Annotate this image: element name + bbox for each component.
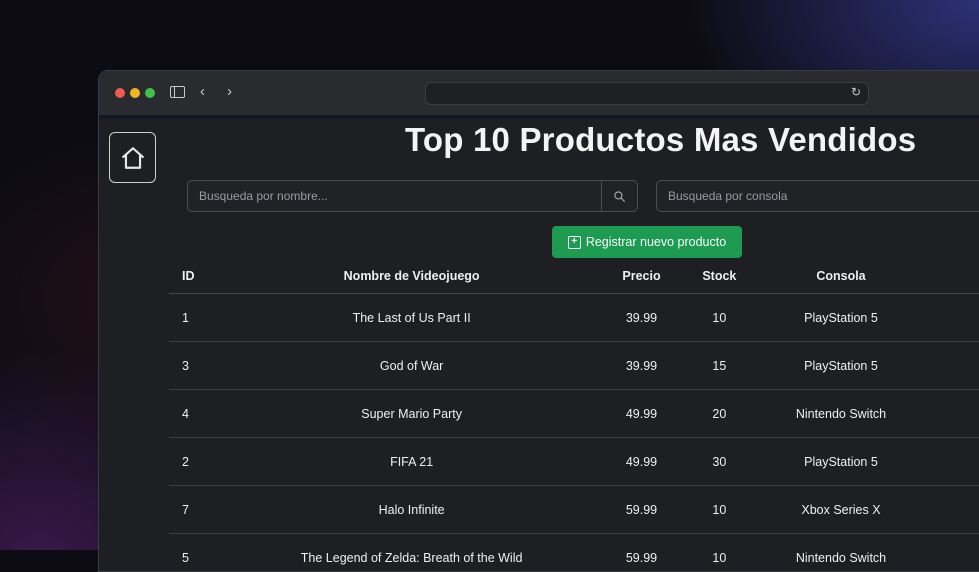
home-icon bbox=[120, 145, 146, 171]
chevron-left-icon[interactable]: ‹ bbox=[200, 83, 205, 100]
column-header-actions bbox=[925, 259, 979, 294]
search-icon bbox=[613, 190, 626, 203]
cell-price: 39.99 bbox=[601, 342, 681, 390]
table-row: 3 God of War 39.99 15 PlayStation 5 bbox=[169, 342, 979, 390]
cell-stock: 15 bbox=[682, 342, 757, 390]
cell-actions bbox=[925, 294, 979, 342]
cell-actions bbox=[925, 390, 979, 438]
cell-console: Nintendo Switch bbox=[757, 390, 925, 438]
cell-name: The Last of Us Part II bbox=[222, 294, 601, 342]
page-title: Top 10 Productos Mas Vendidos bbox=[405, 121, 916, 159]
cell-stock: 10 bbox=[682, 294, 757, 342]
reload-icon[interactable]: ↻ bbox=[851, 85, 861, 99]
browser-titlebar: ‹ › ↻ bbox=[99, 71, 979, 119]
cell-name: The Legend of Zelda: Breath of the Wild bbox=[222, 534, 601, 572]
column-header-price[interactable]: Precio bbox=[601, 259, 681, 294]
table-header-row: ID Nombre de Videojuego Precio Stock Con… bbox=[169, 259, 979, 294]
column-header-id[interactable]: ID bbox=[169, 259, 222, 294]
products-table: ID Nombre de Videojuego Precio Stock Con… bbox=[169, 259, 979, 572]
cell-price: 49.99 bbox=[601, 390, 681, 438]
cell-id: 3 bbox=[169, 342, 222, 390]
name-search-group bbox=[187, 180, 638, 212]
maximize-window-button[interactable] bbox=[145, 88, 155, 98]
cell-price: 49.99 bbox=[601, 438, 681, 486]
column-header-console[interactable]: Consola bbox=[757, 259, 925, 294]
minimize-window-button[interactable] bbox=[130, 88, 140, 98]
cell-name: Halo Infinite bbox=[222, 486, 601, 534]
cell-name: God of War bbox=[222, 342, 601, 390]
cell-console: PlayStation 5 bbox=[757, 342, 925, 390]
cell-stock: 30 bbox=[682, 438, 757, 486]
cell-id: 4 bbox=[169, 390, 222, 438]
console-search-input[interactable] bbox=[656, 180, 979, 212]
address-bar[interactable]: ↻ bbox=[425, 82, 869, 105]
sidebar-toggle-icon[interactable] bbox=[170, 86, 185, 98]
cell-name: FIFA 21 bbox=[222, 438, 601, 486]
cell-actions bbox=[925, 534, 979, 572]
cell-id: 5 bbox=[169, 534, 222, 572]
table-row: 1 The Last of Us Part II 39.99 10 PlaySt… bbox=[169, 294, 979, 342]
register-product-label: Registrar nuevo producto bbox=[586, 235, 726, 249]
table-row: 7 Halo Infinite 59.99 10 Xbox Series X bbox=[169, 486, 979, 534]
table-row: 2 FIFA 21 49.99 30 PlayStation 5 bbox=[169, 438, 979, 486]
cell-id: 7 bbox=[169, 486, 222, 534]
column-header-name[interactable]: Nombre de Videojuego bbox=[222, 259, 601, 294]
cell-stock: 10 bbox=[682, 486, 757, 534]
search-button[interactable] bbox=[601, 181, 637, 211]
page-content: Top 10 Productos Mas Vendidos + Registra… bbox=[99, 119, 979, 571]
cell-console: PlayStation 5 bbox=[757, 294, 925, 342]
browser-window: ‹ › ↻ Top 10 Productos Mas Vendidos + R bbox=[98, 70, 979, 572]
chevron-right-icon[interactable]: › bbox=[227, 83, 232, 100]
cell-console: PlayStation 5 bbox=[757, 438, 925, 486]
cell-stock: 20 bbox=[682, 390, 757, 438]
cell-actions bbox=[925, 342, 979, 390]
register-product-button[interactable]: + Registrar nuevo producto bbox=[552, 226, 742, 258]
cell-id: 2 bbox=[169, 438, 222, 486]
cell-id: 1 bbox=[169, 294, 222, 342]
name-search-input[interactable] bbox=[188, 181, 601, 211]
cell-name: Super Mario Party bbox=[222, 390, 601, 438]
cell-console: Xbox Series X bbox=[757, 486, 925, 534]
cell-actions bbox=[925, 486, 979, 534]
close-window-button[interactable] bbox=[115, 88, 125, 98]
column-header-stock[interactable]: Stock bbox=[682, 259, 757, 294]
cell-price: 39.99 bbox=[601, 294, 681, 342]
table-row: 5 The Legend of Zelda: Breath of the Wil… bbox=[169, 534, 979, 572]
table-row: 4 Super Mario Party 49.99 20 Nintendo Sw… bbox=[169, 390, 979, 438]
cell-price: 59.99 bbox=[601, 486, 681, 534]
cell-actions bbox=[925, 438, 979, 486]
plus-square-icon: + bbox=[568, 236, 581, 249]
cell-console: Nintendo Switch bbox=[757, 534, 925, 572]
home-button[interactable] bbox=[109, 132, 156, 183]
cell-price: 59.99 bbox=[601, 534, 681, 572]
cell-stock: 10 bbox=[682, 534, 757, 572]
